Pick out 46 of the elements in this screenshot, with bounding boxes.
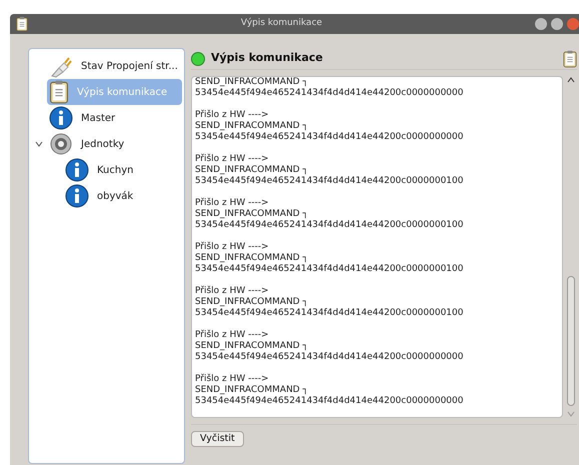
log-line: 53454e445f494e465241434f4d4d414e44200c0000000100 (195, 176, 464, 187)
tree-item[interactable]: Kuchyn (63, 157, 182, 183)
log-line: Přišlo z HW ----> (195, 330, 270, 341)
log-line: SEND_INFRACOMMAND ┐ (195, 297, 310, 308)
clipboard-icon (563, 50, 577, 68)
scroll-up-icon[interactable] (567, 76, 575, 84)
clipboard-icon (49, 80, 69, 104)
log-line: 53454e445f494e465241434f4d4d414e44200c0000000100 (195, 308, 464, 319)
chevron-icon[interactable] (35, 140, 43, 148)
log-line: Přišlo z HW ----> (195, 198, 270, 209)
log-line: Přišlo z HW ----> (195, 286, 270, 297)
log-line: Přišlo z HW ----> (195, 154, 270, 165)
info-icon (49, 106, 73, 130)
log-line: 53454e445f494e465241434f4d4d414e44200c0000000000 (195, 396, 464, 407)
clear-button[interactable]: Vyčistit (191, 431, 244, 447)
minimize-icon[interactable] (535, 18, 547, 30)
scroll-down-icon[interactable] (567, 410, 575, 418)
tree-item[interactable]: Jednotky (47, 131, 182, 157)
info-icon (65, 184, 89, 208)
tree-item[interactable]: obyvák (63, 183, 182, 209)
speaker-icon (49, 132, 73, 156)
log-line: Přišlo z HW ----> (195, 110, 270, 121)
log-line: 53454e445f494e465241434f4d4d414e44200c0000000000 (195, 88, 464, 99)
panel-title: Výpis komunikace (211, 50, 324, 66)
log-line: 53454e445f494e465241434f4d4d414e44200c0000000000 (195, 132, 464, 143)
close-icon[interactable] (567, 18, 579, 30)
clipboard-icon (16, 16, 28, 32)
tree-item[interactable]: Stav Propojení str... (47, 53, 182, 79)
scrollbar-thumb[interactable] (567, 276, 575, 406)
tree-item[interactable]: Master (47, 105, 182, 131)
maximize-icon[interactable] (551, 18, 563, 30)
log-line: SEND_INFRACOMMAND ┐ (195, 209, 310, 220)
log-line: SEND_INFRACOMMAND ┐ (195, 121, 310, 132)
log-line: 53454e445f494e465241434f4d4d414e44200c0000000100 (195, 220, 464, 231)
log-line: SEND_INFRACOMMAND ┐ (195, 77, 310, 88)
scrollbar[interactable] (565, 76, 577, 418)
info-icon (65, 158, 89, 182)
log-line: SEND_INFRACOMMAND ┐ (195, 253, 310, 264)
log-line: SEND_INFRACOMMAND ┐ (195, 165, 310, 176)
log-line: Přišlo z HW ----> (195, 242, 270, 253)
log-line: 53454e445f494e465241434f4d4d414e44200c0000000100 (195, 264, 464, 275)
log-line: SEND_INFRACOMMAND ┐ (195, 385, 310, 396)
window-title: Výpis komunikace (240, 17, 324, 30)
log-line: 53454e445f494e465241434f4d4d414e44200c0000000000 (195, 352, 464, 363)
log-line: Přišlo z HW ----> (195, 374, 270, 385)
log-line: SEND_INFRACOMMAND ┐ (195, 341, 310, 352)
